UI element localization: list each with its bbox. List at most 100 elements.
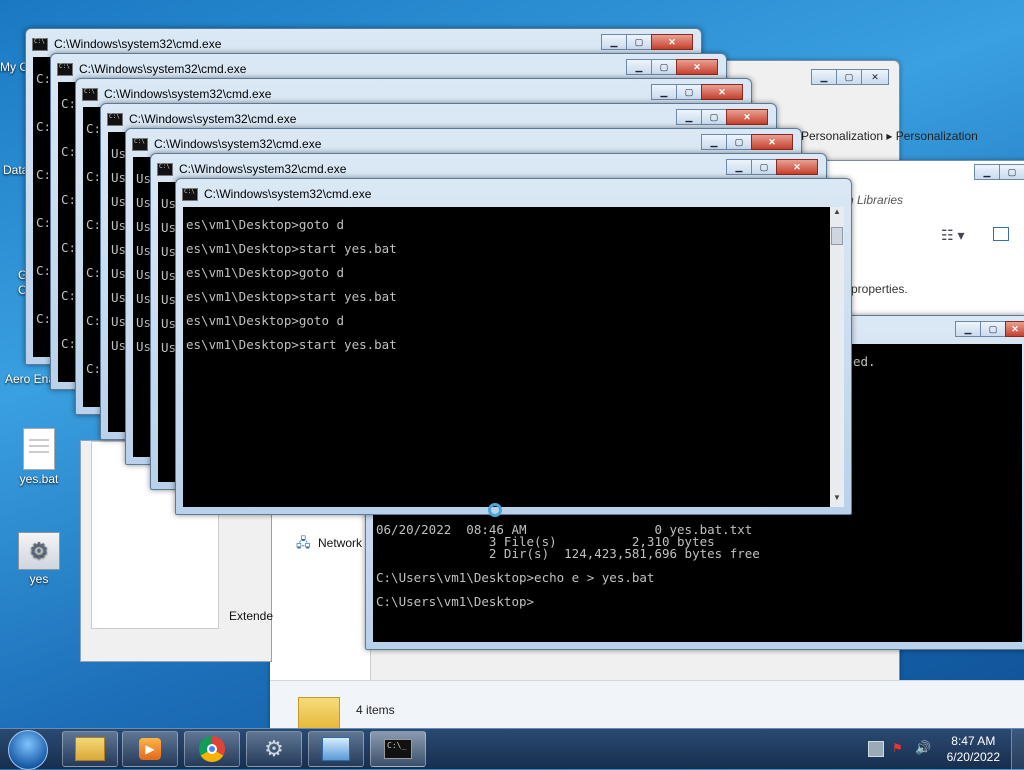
console-line: es\vm1\Desktop>goto d	[186, 313, 345, 328]
maximize-button[interactable]: ▢	[676, 84, 702, 100]
minimize-button[interactable]: ▁	[601, 34, 627, 50]
minimize-button[interactable]: ▁	[955, 321, 981, 337]
desktop-icon-yes[interactable]: ⚙ yes	[4, 532, 74, 586]
close-button[interactable]: ✕	[676, 59, 718, 75]
console-line: C:	[86, 361, 102, 376]
console-line: Us	[161, 340, 177, 355]
desktop-label-aero[interactable]: Aero Ena	[5, 372, 55, 386]
console-line: es\vm1\Desktop>start yes.bat	[186, 337, 397, 352]
window-controls: ▁ ▢ ✕	[811, 69, 889, 87]
maximize-button[interactable]: ▢	[751, 159, 777, 175]
taskbar-control-panel[interactable]	[308, 731, 364, 767]
maximize-button[interactable]: ▢	[836, 69, 862, 85]
window-controls: ▁ ▢ ✕	[601, 34, 693, 52]
close-button[interactable]: ✕	[701, 84, 743, 100]
desktop-icon-yes-bat[interactable]: yes.bat	[4, 428, 74, 486]
desktop-icon-label: yes.bat	[19, 472, 59, 486]
minimize-button[interactable]: ▁	[626, 59, 652, 75]
maximize-button[interactable]: ▢	[726, 134, 752, 150]
scroll-thumb[interactable]	[831, 227, 843, 245]
batch-file-icon	[23, 428, 55, 470]
close-button[interactable]: ✕	[651, 34, 693, 50]
view-options-icon[interactable]: ☷ ▾	[941, 227, 964, 244]
console-line: Us	[111, 338, 127, 353]
cmd-icon	[132, 137, 148, 151]
console-line: C:	[86, 313, 102, 328]
console-line: es\vm1\Desktop>start yes.bat	[186, 289, 397, 304]
window-title: C:\Windows\system32\cmd.exe	[82, 83, 271, 105]
volume-icon[interactable]: 🔊	[915, 740, 931, 756]
window-controls: ▁ ▢ ✕	[701, 134, 793, 152]
desktop-label-computer[interactable]: My C	[0, 60, 28, 74]
taskbar-settings[interactable]: ⚙	[246, 731, 302, 767]
control-panel-icon	[322, 737, 350, 761]
clock-date: 6/20/2022	[946, 750, 1000, 764]
minimize-button[interactable]: ▁	[651, 84, 677, 100]
cmd-window-front[interactable]: C:\Windows\system32\cmd.exe ▲ ▼ es\vm1\D…	[175, 178, 852, 515]
console-line: Us	[111, 146, 127, 161]
console-line: Us	[136, 291, 152, 306]
taskbar-cmd[interactable]: C:\_	[370, 731, 426, 767]
maximize-button[interactable]: ▢	[999, 164, 1024, 180]
cmd-icon	[82, 87, 98, 101]
minimize-button[interactable]: ▁	[811, 69, 837, 85]
console-line: C:	[86, 121, 102, 136]
console-line: Us	[161, 316, 177, 331]
breadcrumb[interactable]: Personalization ▸ Personalization	[801, 129, 978, 143]
close-button[interactable]: ✕	[776, 159, 818, 175]
maximize-button[interactable]: ▢	[626, 34, 652, 50]
console-line: es\vm1\Desktop>goto d	[186, 265, 345, 280]
explorer-status-bar: 4 items	[270, 680, 1024, 729]
preview-pane-icon[interactable]	[993, 227, 1009, 241]
minimize-button[interactable]: ▁	[676, 109, 702, 125]
tab-extended[interactable]: Extende	[229, 609, 273, 623]
action-center-flag-icon[interactable]: ⚑	[892, 741, 906, 755]
window-controls: ▁ ▢ ✕	[955, 321, 1024, 339]
console-line: C:	[36, 311, 52, 326]
taskbar: ▶ ⚙ C:\_ ⚑ 🔊 8:47 AM 6/20/2022	[0, 728, 1024, 770]
maximize-button[interactable]: ▢	[980, 321, 1006, 337]
window-title: C:\Windows\system32\cmd.exe	[32, 33, 221, 55]
console-line: Us	[161, 292, 177, 307]
start-button[interactable]	[8, 730, 48, 770]
scroll-up-arrow-icon[interactable]: ▲	[830, 207, 844, 221]
taskbar-explorer[interactable]	[62, 731, 118, 767]
network-tray-icon[interactable]	[868, 741, 884, 757]
close-button[interactable]: ✕	[726, 109, 768, 125]
close-button[interactable]: ✕	[751, 134, 793, 150]
minimize-button[interactable]: ▁	[974, 164, 1000, 180]
console-line: Us	[136, 171, 152, 186]
clock[interactable]: 8:47 AM 6/20/2022	[947, 733, 1000, 765]
cmd-icon	[32, 37, 48, 51]
network-icon[interactable]: 🖧	[296, 534, 311, 556]
console-line: Us	[161, 268, 177, 283]
cmd-console[interactable]: es\vm1\Desktop>goto d es\vm1\Desktop>sta…	[183, 207, 830, 507]
maximize-button[interactable]: ▢	[701, 109, 727, 125]
console-line: C:\Users\vm1\Desktop>echo e > yes.bat	[376, 570, 655, 585]
maximize-button[interactable]: ▢	[651, 59, 677, 75]
console-line: Us	[111, 290, 127, 305]
console-line: C:	[61, 96, 77, 111]
folder-icon	[298, 697, 340, 729]
minimize-button[interactable]: ▁	[701, 134, 727, 150]
show-desktop-button[interactable]	[1011, 729, 1024, 769]
window-title: C:\Windows\system32\cmd.exe	[157, 158, 346, 180]
close-button[interactable]: ✕	[1005, 321, 1024, 337]
scroll-down-arrow-icon[interactable]: ▼	[830, 493, 844, 507]
console-line: Us	[111, 242, 127, 257]
minimize-button[interactable]: ▁	[726, 159, 752, 175]
nav-network[interactable]: Network	[318, 536, 362, 550]
close-button[interactable]: ✕	[861, 69, 889, 85]
console-line: Us	[111, 314, 127, 329]
taskbar-media-player[interactable]: ▶	[122, 731, 178, 767]
clock-time: 8:47 AM	[951, 734, 996, 748]
desktop-icon-label: yes	[29, 572, 49, 586]
cmd-icon	[57, 62, 73, 76]
scrollbar[interactable]: ▲ ▼	[829, 207, 844, 507]
explorer-icon	[75, 737, 105, 761]
console-line: Us	[136, 243, 152, 258]
console-line: C:\Users\vm1\Desktop>	[376, 594, 535, 609]
taskbar-chrome[interactable]	[184, 731, 240, 767]
properties-text: properties.	[851, 282, 908, 296]
items-count: 4 items	[356, 703, 395, 717]
